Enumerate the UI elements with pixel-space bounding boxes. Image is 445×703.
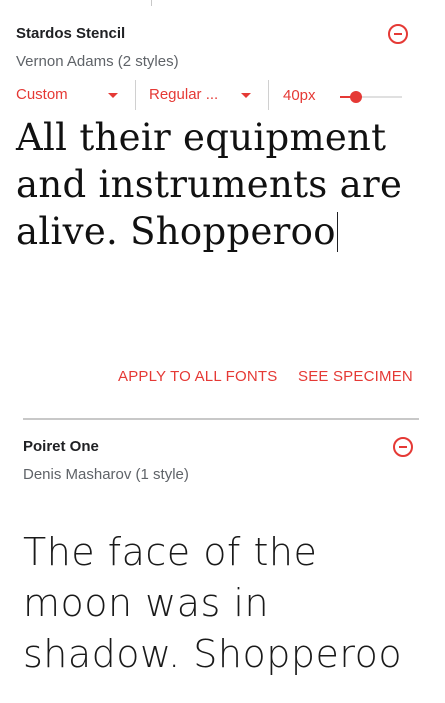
text-caret	[336, 212, 338, 252]
arrow-drop-down-icon[interactable]	[108, 93, 118, 98]
font-size-value: 40px	[283, 87, 316, 104]
arrow-drop-down-icon[interactable]	[241, 93, 251, 98]
font-family-name: Poiret One	[23, 438, 99, 455]
font-card-stardos-stencil: Stardos Stencil Vernon Adams (2 styles) …	[0, 0, 445, 418]
font-designer: Denis Masharov (1 style)	[23, 466, 189, 483]
remove-circle-icon[interactable]	[393, 437, 413, 457]
sample-type-value: Custom	[16, 86, 68, 103]
font-designer: Vernon Adams (2 styles)	[16, 53, 179, 70]
control-divider	[268, 80, 269, 110]
see-specimen-button[interactable]: SEE SPECIMEN	[298, 368, 413, 385]
font-family-name: Stardos Stencil	[16, 25, 126, 42]
sample-text: All their equipment and instruments are …	[16, 116, 403, 253]
sample-type-dropdown[interactable]: Custom	[16, 86, 68, 103]
style-value: Regular ...	[149, 86, 219, 103]
remove-circle-icon[interactable]	[388, 24, 408, 44]
font-size-slider-thumb[interactable]	[349, 91, 362, 103]
sample-text-input[interactable]: All their equipment and instruments are …	[16, 114, 416, 255]
style-dropdown[interactable]: Regular ...	[149, 86, 218, 103]
sample-text: The face of the moon was in shadow. Shop…	[23, 530, 403, 676]
apply-to-all-fonts-button[interactable]: APPLY TO ALL FONTS	[118, 368, 278, 385]
control-divider	[135, 80, 136, 110]
